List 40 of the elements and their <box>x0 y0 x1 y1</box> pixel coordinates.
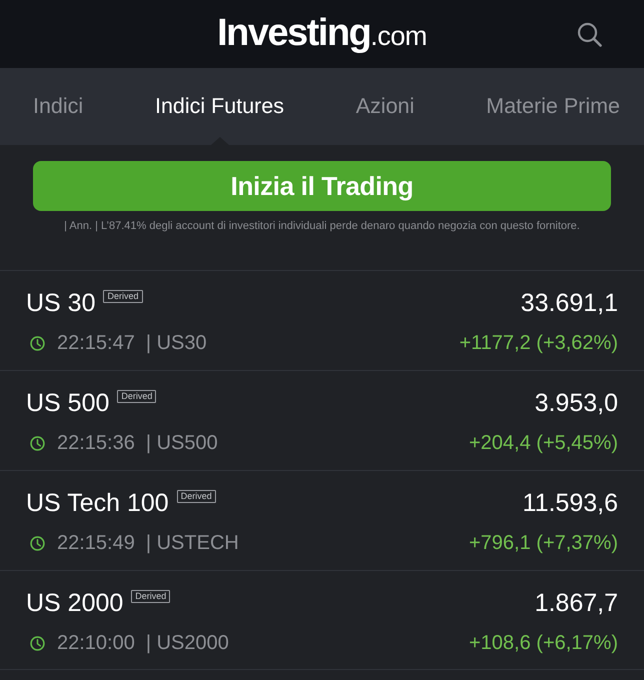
update-time: 22:10:00 <box>57 631 135 656</box>
update-time: 22:15:47 <box>57 331 135 356</box>
tab[interactable]: Materie Prime <box>486 68 620 145</box>
tab[interactable]: Azioni <box>356 68 414 145</box>
logo-wordmark: Investing <box>217 14 370 52</box>
price-change: +1177,2 (+3,62%) <box>459 331 618 356</box>
derived-tag: Derived <box>103 290 142 303</box>
price-change: +204,4 (+5,45%) <box>469 431 618 456</box>
clock-icon <box>30 536 45 550</box>
instrument-name: US Tech 100 <box>26 488 169 519</box>
last-price: 33.691,1 <box>520 288 618 319</box>
instrument-name: US 2000 <box>26 588 124 619</box>
ticker-symbol: | US500 <box>146 431 218 456</box>
instrument-row[interactable]: US 2000 Derived 1.867,7 22:10:00 | US2000 +108,6 (+6,17%) <box>0 570 644 670</box>
ticker-symbol: | US30 <box>146 331 207 356</box>
derived-tag: Derived <box>117 390 156 403</box>
clock-icon <box>30 336 45 350</box>
update-time: 22:15:36 <box>57 431 135 456</box>
clock-icon <box>30 636 45 650</box>
tab[interactable]: Indici Futures <box>154 68 284 145</box>
last-price: 11.593,6 <box>522 488 618 519</box>
last-price: 3.953,0 <box>534 388 618 419</box>
last-price: 1.867,7 <box>534 588 618 619</box>
price-change: +108,6 (+6,17%) <box>469 631 618 656</box>
risk-disclaimer: | Ann. | L’87.41% degli account di investitori individuali perde denaro quando negozia con questo fornitore. <box>63 219 581 233</box>
derived-tag: Derived <box>131 590 170 603</box>
price-change: +796,1 (+7,37%) <box>469 531 618 556</box>
search-icon[interactable] <box>577 22 602 46</box>
instrument-row[interactable]: US 500 Derived 3.953,0 22:15:36 | US500 +204,4 (+5,45%) <box>0 370 644 470</box>
instrument-row[interactable]: US 30 Derived 33.691,1 22:15:47 | US30 +1177,2 (+3,62%) <box>0 270 644 370</box>
instrument-name: US 30 <box>26 288 96 319</box>
update-time: 22:15:49 <box>57 531 135 556</box>
instrument-name: US 500 <box>26 388 110 419</box>
logo-domain: .com <box>370 23 427 50</box>
ticker-symbol: | USTECH <box>146 531 239 556</box>
ticker-symbol: | US2000 <box>146 631 229 656</box>
clock-icon <box>30 436 45 450</box>
tab[interactable]: Indici <box>33 68 84 145</box>
instrument-row[interactable]: US Tech 100 Derived 11.593,6 22:15:49 | USTECH +796,1 (+7,37%) <box>0 470 644 570</box>
derived-tag: Derived <box>176 490 216 503</box>
